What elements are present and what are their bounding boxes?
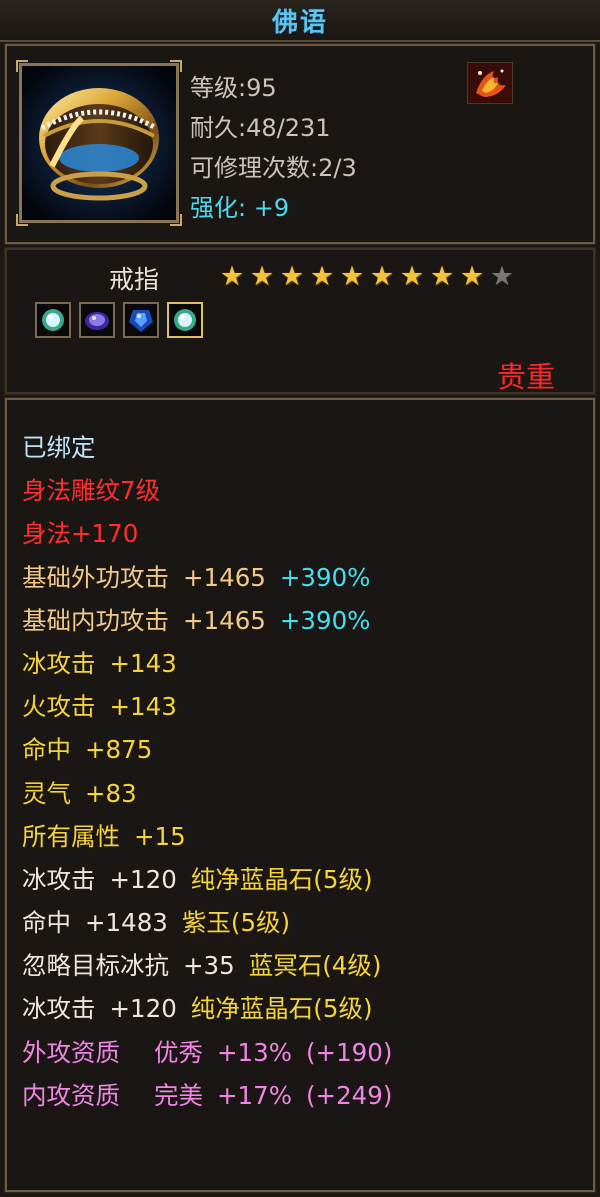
gem-stat-row: 冰攻击 +120 纯净蓝晶石(5级) (22, 858, 592, 901)
gem-name: 蓝冥石 (248, 951, 323, 981)
aptitude-row: 内攻资质 完美 +17% (+249) (22, 1074, 592, 1117)
star-icon: ★ (339, 261, 365, 292)
star-icon: ★ (249, 261, 275, 292)
gem-stat-row: 忽略目标冰抗 +35 蓝冥石(4级) (22, 944, 592, 987)
item-header-panel: 等级:95 耐久:48/231 可修理次数:2/3 强化: +9 (4, 43, 596, 245)
stat-label: 命中 (22, 908, 71, 938)
gem-level: (5级) (230, 908, 291, 938)
item-level: 等级:95 (190, 68, 277, 103)
white-gem-icon[interactable] (35, 302, 71, 338)
item-durability: 耐久:48/231 (190, 108, 331, 143)
stat-label: 火攻击 (22, 692, 96, 722)
item-name: 佛语 (271, 8, 328, 38)
aptitude-grade: 优秀 (154, 1037, 203, 1067)
gem-name: 纯净蓝晶石 (190, 994, 314, 1024)
stat-label: 冰攻击 (22, 648, 96, 678)
aptitude-label: 外攻资质 (22, 1037, 120, 1067)
star-icon: ★ (309, 261, 335, 292)
enhance-label: 强化: (190, 194, 247, 222)
stat-percent: +390% (279, 605, 371, 635)
gem-level: (5级) (313, 994, 373, 1024)
stat-value: +120 (109, 994, 177, 1024)
star-icon: ★ (429, 261, 455, 292)
gem-sockets (35, 302, 203, 338)
stat-value: +1465 (183, 605, 266, 635)
star-icon: ★ (399, 261, 425, 292)
empty-star-icon: ★ (489, 261, 515, 292)
stat-row: 命中 +875 (22, 728, 592, 771)
stat-label: 灵气 (22, 778, 71, 808)
aptitude-value: +13% (217, 1037, 292, 1067)
item-repair-count: 可修理次数:2/3 (190, 148, 357, 183)
aptitude-grade: 完美 (154, 1080, 203, 1110)
aptitude-bonus: (+249) (305, 1080, 393, 1110)
gem-level: (5级) (313, 864, 373, 894)
white-gem-icon[interactable] (167, 302, 203, 338)
engraving-line: 身法雕纹7级 (22, 476, 161, 506)
item-enhance: 强化: +9 (190, 188, 289, 223)
bound-status: 已绑定 (22, 433, 96, 462)
stat-value: +15 (134, 821, 186, 851)
agility-line: 身法+170 (22, 519, 139, 549)
item-icon-frame[interactable] (16, 60, 182, 226)
stat-label: 所有属性 (22, 821, 120, 851)
stat-label: 忽略目标冰抗 (22, 951, 169, 981)
stat-row: 基础外功攻击 +1465 +390% (22, 556, 592, 599)
gem-level: (4级) (322, 951, 382, 981)
item-tooltip: 佛语 等级:95 耐久:48/231 可修理次数:2/3 强化: +9 戒指 ★… (0, 0, 600, 1197)
stat-row: 冰攻击 +143 (22, 642, 592, 685)
star-icon: ★ (219, 261, 245, 292)
gem-stat-row: 冰攻击 +120 纯净蓝晶石(5级) (22, 987, 592, 1030)
stat-label: 基础内功攻击 (22, 605, 169, 635)
gem-stat-row: 命中 +1483 紫玉(5级) (22, 901, 592, 944)
stat-label: 基础外功攻击 (22, 562, 169, 592)
star-icon: ★ (279, 261, 305, 292)
stat-row: 灵气 +83 (22, 772, 592, 815)
stats-panel: 已绑定 身法雕纹7级 身法+170 基础外功攻击 +1465 +390% 基础内功攻… (4, 397, 596, 1193)
stat-percent: +390% (279, 562, 371, 592)
star-rating: ★ ★ ★ ★ ★ ★ ★ ★ ★ ★ (217, 262, 517, 292)
stat-value: +143 (109, 692, 177, 722)
stat-value: +35 (183, 951, 235, 981)
item-type-panel: 戒指 ★ ★ ★ ★ ★ ★ ★ ★ ★ ★ 贵重 (4, 247, 596, 395)
stat-row: 所有属性 +15 (22, 815, 592, 858)
star-icon: ★ (369, 261, 395, 292)
item-level-value: 95 (246, 74, 277, 102)
gem-name: 紫玉 (181, 908, 231, 938)
star-icon: ★ (459, 261, 485, 292)
item-type: 戒指 (109, 265, 160, 294)
stat-label: 冰攻击 (22, 864, 96, 894)
stat-value: +83 (85, 778, 137, 808)
stat-row: 基础内功攻击 +1465 +390% (22, 599, 592, 642)
durability-label: 耐久: (190, 114, 247, 142)
stat-label: 冰攻击 (22, 994, 96, 1024)
aptitude-value: +17% (217, 1080, 292, 1110)
aptitude-label: 内攻资质 (22, 1080, 120, 1110)
stat-value: +875 (85, 735, 153, 765)
rarity-label: 贵重 (496, 360, 555, 394)
phoenix-badge-icon[interactable] (467, 62, 513, 104)
aptitude-row: 外攻资质 优秀 +13% (+190) (22, 1031, 592, 1074)
stat-label: 命中 (22, 735, 71, 765)
stat-value: +1483 (85, 908, 168, 938)
title-bar: 佛语 (0, 0, 600, 42)
stat-value: +1465 (183, 562, 266, 592)
item-level-label: 等级: (190, 74, 247, 102)
stat-row: 火攻击 +143 (22, 685, 592, 728)
durability-value: 48/231 (246, 114, 331, 142)
repair-value: 2/3 (318, 154, 357, 182)
aptitude-bonus: (+190) (305, 1037, 393, 1067)
enhance-value: +9 (253, 194, 290, 222)
gem-name: 纯净蓝晶石 (190, 864, 314, 894)
repair-label: 可修理次数: (190, 154, 319, 182)
blue-gem-icon[interactable] (123, 302, 159, 338)
gold-ring-icon (22, 66, 176, 220)
purple-gem-icon[interactable] (79, 302, 115, 338)
stat-list: 已绑定 身法雕纹7级 身法+170 基础外功攻击 +1465 +390% 基础内功攻… (22, 426, 592, 1117)
stat-value: +120 (109, 864, 177, 894)
stat-value: +143 (109, 648, 177, 678)
